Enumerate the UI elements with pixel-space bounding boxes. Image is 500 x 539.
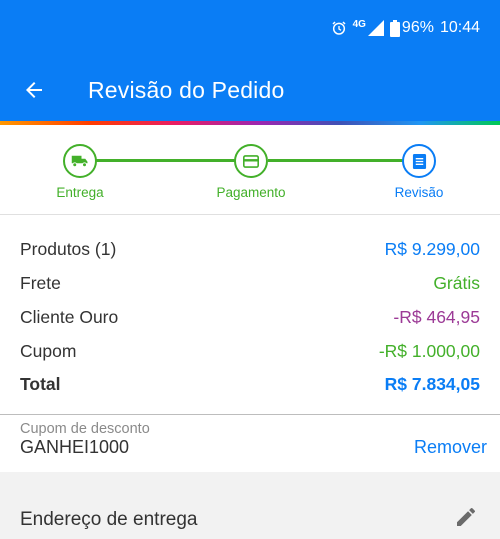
summary-value: Grátis: [433, 272, 480, 293]
app-bar: 4G 96% 10:44 Revisão do Pedido: [0, 0, 500, 121]
summary-row-coupon: Cupom -R$ 1.000,00: [20, 339, 480, 363]
summary-value: -R$ 1.000,00: [378, 340, 480, 361]
document-icon[interactable]: [402, 144, 436, 178]
pencil-icon[interactable]: [454, 505, 478, 529]
coupon-caption: Cupom de desconto: [20, 421, 150, 437]
coupon-section: Cupom de desconto GANHEI1000 Remover: [0, 414, 500, 472]
summary-row-shipping: Frete Grátis: [20, 271, 480, 295]
battery-icon: [389, 19, 400, 37]
page-title: Revisão do Pedido: [88, 77, 285, 103]
battery-percent: 96%: [401, 19, 434, 36]
signal-icon: [367, 20, 384, 36]
truck-icon[interactable]: [63, 144, 97, 178]
order-summary: Produtos (1) R$ 9.299,00 Frete Grátis Cl…: [0, 215, 500, 414]
clock: 10:44: [439, 19, 480, 36]
summary-value: -R$ 464,95: [393, 306, 480, 327]
step-revisao[interactable]: Revisão: [359, 144, 479, 200]
status-bar: 4G 96% 10:44: [331, 17, 480, 39]
summary-value: R$ 9.299,00: [384, 238, 480, 259]
step-pagamento[interactable]: Pagamento: [191, 144, 311, 200]
summary-label: Total: [20, 373, 61, 394]
step-entrega[interactable]: Entrega: [20, 144, 140, 200]
summary-row-total: Total R$ 7.834,05: [20, 372, 480, 396]
arrow-left-icon[interactable]: [22, 78, 46, 102]
network-type: 4G: [352, 18, 366, 30]
alarm-icon: [331, 20, 347, 36]
summary-row-gold-customer: Cliente Ouro -R$ 464,95: [20, 305, 480, 329]
summary-value: R$ 7.834,05: [384, 373, 480, 394]
summary-row-products: Produtos (1) R$ 9.299,00: [20, 237, 480, 261]
step-label: Entrega: [56, 185, 104, 200]
step-label: Pagamento: [216, 185, 286, 200]
summary-label: Cliente Ouro: [20, 306, 119, 327]
summary-label: Cupom: [20, 340, 77, 361]
summary-label: Frete: [20, 272, 61, 293]
checkout-stepper: Entrega Pagamento Revisão: [0, 125, 500, 215]
step-label: Revisão: [394, 185, 444, 200]
card-icon[interactable]: [234, 144, 268, 178]
address-title: Endereço de entrega: [20, 509, 198, 530]
address-section: Endereço de entrega: [0, 490, 500, 539]
remove-coupon-button[interactable]: Remover: [414, 437, 487, 458]
coupon-code: GANHEI1000: [20, 437, 130, 457]
summary-label: Produtos (1): [20, 238, 117, 259]
